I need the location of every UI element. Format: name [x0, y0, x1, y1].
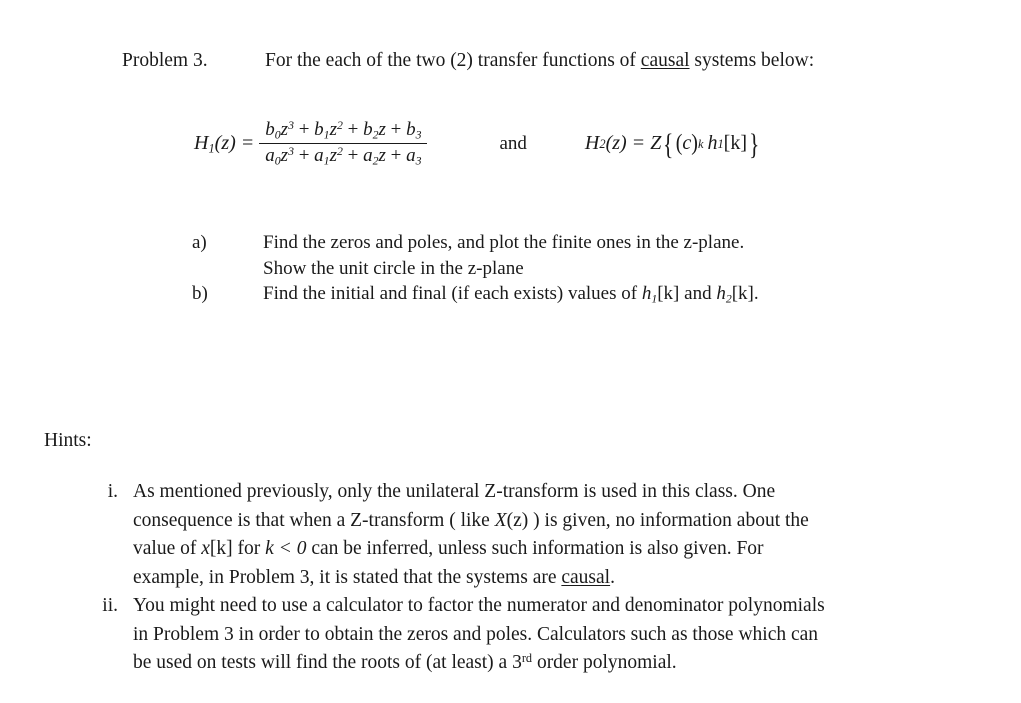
num-plus-0: +	[293, 119, 315, 140]
subitem-b-h2-base: h	[716, 283, 726, 304]
hint-i-line-3-pre: value of	[133, 538, 202, 559]
den-term-3-coef: a	[406, 145, 416, 167]
den-term-2-var: z	[378, 145, 386, 167]
hint-i-xz-base: X	[494, 509, 507, 531]
num-plus-2: +	[385, 119, 407, 140]
hint-item-ii: ii. You might need to use a calculator t…	[58, 592, 998, 678]
equation-h2-operator: Z	[650, 132, 662, 155]
den-term-2-coef: a	[363, 145, 373, 167]
equation-h2-brace-open: {	[663, 127, 674, 161]
hint-i-xk-base: x	[201, 538, 210, 559]
subitem-b-math-h2: h2[k]	[716, 283, 754, 305]
subitem-b-h2-arg: [k]	[731, 283, 754, 304]
hint-ii-line-3-pre: be used on tests will find the roots of …	[133, 652, 522, 673]
equation-h2: H 2 (z) = Z{(c) k h 1 [k]}	[584, 127, 760, 161]
den-term-3-coef-sub: 3	[415, 154, 422, 168]
subitem-b-h1-base: h	[641, 283, 652, 304]
hint-ii-line-2: in Problem 3 in order to obtain the zero…	[133, 623, 819, 645]
equation-h2-lhs-base: H	[584, 132, 600, 155]
hint-i-xk-arg: [k]	[209, 538, 233, 559]
problem-statement-text-before: For the each of the two (2) transfer fun…	[265, 50, 641, 71]
subitem-a-body: Find the zeros and poles, and plot the f…	[263, 230, 744, 281]
subitem-list: a) Find the zeros and poles, and plot th…	[192, 230, 759, 307]
num-term-0-var: z	[280, 119, 289, 140]
hint-i-line-3: value of x[k] for k < 0 can be inferred,…	[133, 535, 998, 564]
num-term-0-coef: b	[265, 119, 275, 140]
problem-statement-text-after: systems below:	[689, 50, 815, 71]
hint-ii-line-1: You might need to use a calculator to fa…	[133, 595, 825, 616]
hint-i-xz-arg: (z)	[506, 509, 529, 531]
equation-h2-func-base: h	[707, 132, 718, 155]
subitem-a: a) Find the zeros and poles, and plot th…	[192, 230, 759, 281]
equation-h2-paren-close: )	[691, 130, 698, 157]
hint-i-math-xz: X(z)	[495, 510, 529, 531]
num-term-3-coef-sub: 3	[415, 128, 422, 142]
hint-i-line-2-post: ) is given, no information about the	[528, 509, 809, 531]
equation-h1-lhs-base: H	[194, 132, 209, 155]
hint-i-line-3-mid: for	[232, 538, 266, 559]
hint-i-line-4-pre: example, in Problem 3, it is stated that…	[133, 566, 562, 588]
hint-item-i: i. As mentioned previously, only the uni…	[58, 478, 998, 592]
hint-i-line-4: example, in Problem 3, it is stated that…	[133, 564, 998, 593]
den-plus-1: +	[342, 145, 364, 167]
hint-ii-line-3-post: order polynomial.	[532, 652, 677, 673]
problem-statement-line: Problem 3. For the each of the two (2) tr…	[122, 48, 814, 74]
subitem-b-body: Find the initial and final (if each exis…	[263, 281, 759, 307]
equation-h1: H1(z) = b0z3 + b1z2 + b2z + b3 a0z3 + a1…	[194, 118, 428, 169]
equation-h2-base: c	[682, 132, 692, 155]
hint-i-line-1: As mentioned previously, only the unilat…	[133, 481, 776, 502]
document-page: Problem 3. For the each of the two (2) tr…	[0, 0, 1021, 703]
hints-heading: Hints:	[44, 430, 92, 451]
hint-i-text: As mentioned previously, only the unilat…	[118, 478, 998, 592]
equation-h1-lhs-arg: (z) =	[214, 132, 255, 155]
hint-i-line-4-post: .	[610, 566, 615, 588]
num-term-3-coef: b	[406, 119, 416, 140]
subitem-b-h1-arg: [k]	[657, 283, 680, 304]
hint-ii-numeral: ii.	[102, 595, 118, 616]
hint-i-numeral: i.	[107, 481, 118, 502]
subitem-b-marker: b)	[192, 283, 208, 304]
subitem-b-math-h1: h1[k]	[641, 283, 680, 305]
hints-list: i. As mentioned previously, only the uni…	[58, 478, 998, 678]
den-plus-0: +	[293, 145, 315, 167]
equation-h1-numerator: b0z3 + b1z2 + b2z + b3	[259, 118, 427, 143]
hint-i-line-2-pre: consequence is that when a Z-transform (…	[133, 509, 495, 531]
den-term-0-coef: a	[265, 145, 275, 167]
hint-i-line-3-post: can be inferred, unless such information…	[306, 538, 764, 559]
problem-statement-underlined-word: causal	[640, 50, 690, 71]
problem-label: Problem 3.	[122, 50, 208, 71]
subitem-a-line-2: Show the unit circle in the z-plane	[263, 257, 524, 279]
hint-i-line-2: consequence is that when a Z-transform (…	[133, 507, 998, 536]
equation-h1-denominator: a0z3 + a1z2 + a2z + a3	[259, 144, 427, 169]
den-term-1-var: z	[329, 145, 337, 167]
hint-ii-line-3: be used on tests will find the roots of …	[133, 649, 998, 678]
equation-h2-func-arg: [k]	[723, 132, 747, 155]
equation-h1-fraction: b0z3 + b1z2 + b2z + b3 a0z3 + a1z2 + a2z…	[259, 118, 428, 169]
hint-i-math-klt0: k < 0	[265, 538, 307, 559]
den-term-0-var: z	[280, 145, 289, 167]
den-term-1-coef: a	[314, 145, 324, 167]
subitem-b: b) Find the initial and final (if each e…	[192, 281, 759, 307]
hint-i-math-xk: x[k]	[201, 538, 232, 559]
equation-row: H1(z) = b0z3 + b1z2 + b2z + b3 a0z3 + a1…	[142, 118, 902, 169]
hint-ii-text: You might need to use a calculator to fa…	[118, 592, 998, 678]
subitem-b-text-mid: and	[679, 283, 717, 304]
hint-ii-ordinal-suffix: rd	[521, 650, 533, 665]
subitem-b-text-end: .	[753, 283, 759, 304]
num-term-2-coef: b	[363, 119, 373, 140]
subitem-b-text-pre: Find the initial and final (if each exis…	[263, 283, 642, 304]
den-plus-2: +	[385, 145, 407, 167]
equation-h1-lhs: H1(z) =	[194, 132, 259, 155]
num-term-1-var: z	[329, 119, 337, 140]
equation-h2-lhs-arg: (z) =	[605, 132, 646, 155]
equation-h2-brace-close: }	[749, 127, 760, 161]
equation-connector-and: and	[499, 132, 527, 154]
num-plus-1: +	[342, 119, 364, 140]
num-term-2-var: z	[378, 119, 386, 140]
num-term-1-coef: b	[314, 119, 324, 140]
hint-i-underlined-word: causal	[561, 566, 611, 588]
subitem-a-marker: a)	[192, 232, 207, 253]
equation-h2-paren-open: (	[675, 130, 683, 157]
subitem-a-line-1: Find the zeros and poles, and plot the f…	[263, 232, 745, 253]
